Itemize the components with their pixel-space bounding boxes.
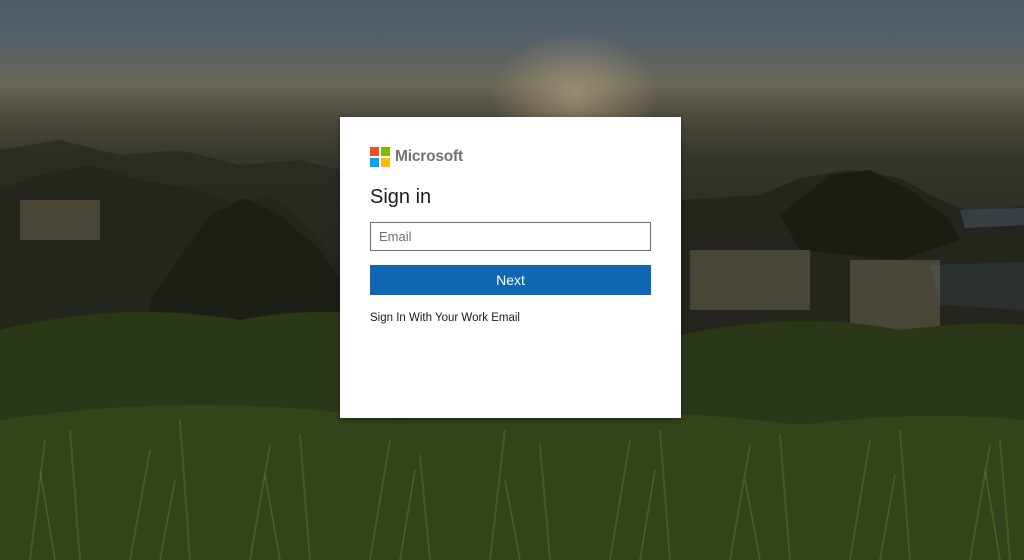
logo-square-yellow xyxy=(381,158,390,167)
page-title: Sign in xyxy=(370,186,432,208)
sign-in-card: Microsoft Sign in Next Sign In With Your… xyxy=(340,117,681,418)
logo-square-blue xyxy=(370,158,379,167)
work-email-sign-in-link[interactable]: Sign In With Your Work Email xyxy=(370,312,520,324)
logo-square-green xyxy=(381,147,390,156)
next-button[interactable]: Next xyxy=(370,265,651,295)
brand-logo: Microsoft xyxy=(370,147,463,167)
email-field[interactable] xyxy=(370,222,651,251)
microsoft-four-squares-icon xyxy=(370,147,390,167)
brand-name: Microsoft xyxy=(395,148,463,165)
logo-square-red xyxy=(370,147,379,156)
